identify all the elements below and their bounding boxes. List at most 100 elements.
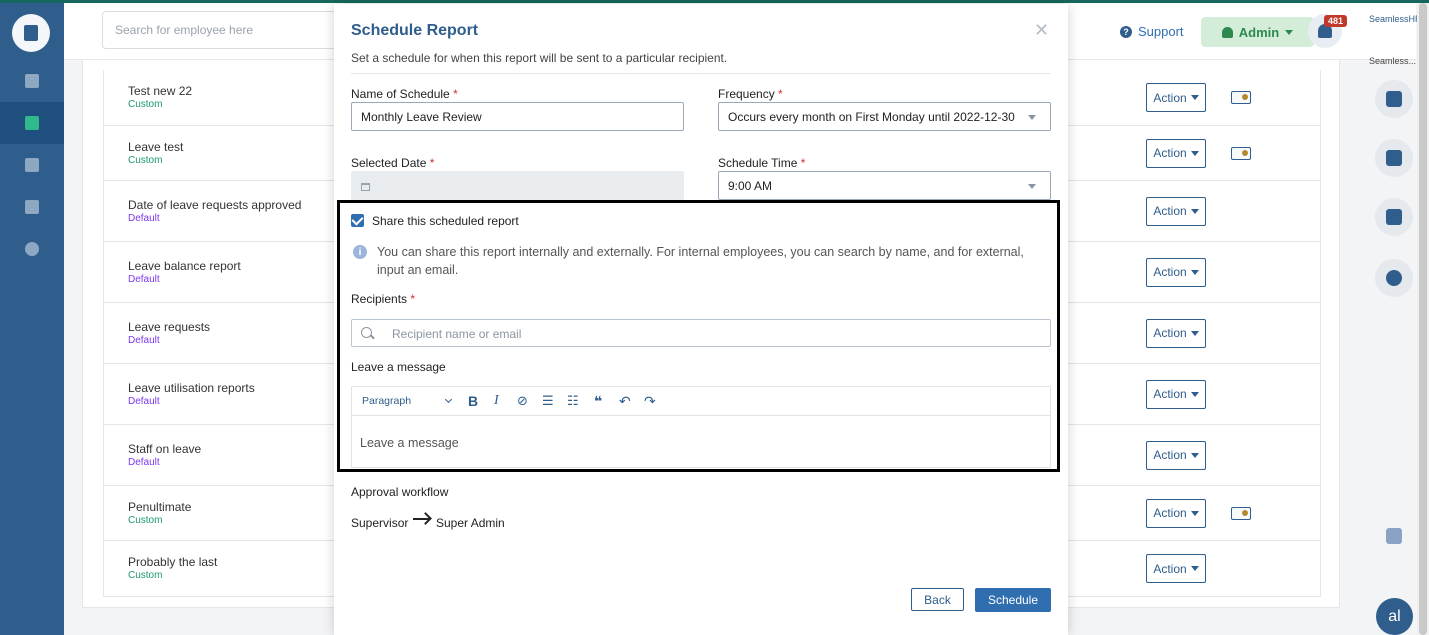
report-type-tag: Custom — [128, 154, 163, 166]
info-icon: i — [353, 245, 367, 259]
close-icon[interactable]: ✕ — [1034, 21, 1049, 39]
frequency-select[interactable]: Occurs every month on First Monday until… — [718, 102, 1051, 131]
report-type-tag: Default — [128, 456, 160, 468]
recipients-input[interactable]: Recipient name or email — [351, 319, 1051, 347]
rail-home-button[interactable] — [1375, 80, 1413, 118]
action-label: Action — [1153, 506, 1187, 520]
redo-icon[interactable]: ↷ — [644, 393, 656, 409]
action-label: Action — [1153, 265, 1187, 279]
sidebar-item-clipboard[interactable] — [0, 186, 64, 228]
frequency-value: Occurs every month on First Monday until… — [728, 110, 1015, 124]
home-icon — [1386, 91, 1402, 107]
schedule-report-modal: Schedule Report ✕ Set a schedule for whe… — [334, 4, 1068, 635]
approval-step-supervisor: Supervisor — [351, 516, 409, 530]
caret-down-icon — [1285, 29, 1294, 35]
report-type-tag: Custom — [128, 99, 163, 110]
action-label: Action — [1153, 326, 1187, 340]
caret-down-icon — [1190, 566, 1199, 571]
brand-name: SeamlessHR — [1369, 14, 1422, 24]
sidebar-item-list[interactable] — [0, 144, 64, 186]
report-name: Staff on leave — [128, 441, 202, 456]
share-report-label: Share this scheduled report — [372, 214, 519, 228]
schedule-name-input[interactable]: Monthly Leave Review — [351, 102, 684, 131]
report-name: Leave requests — [128, 319, 211, 334]
schedule-toggle-icon[interactable] — [1231, 506, 1251, 520]
widgets-icon — [1386, 528, 1402, 544]
support-label: Support — [1138, 24, 1184, 39]
list-icon — [25, 158, 39, 172]
sidebar-item-reports[interactable] — [0, 102, 64, 144]
action-dropdown-button[interactable]: Action — [1146, 379, 1206, 409]
blockquote-icon[interactable]: ❝ — [594, 393, 602, 409]
caret-down-icon — [1190, 510, 1199, 516]
schedule-button[interactable]: Schedule — [975, 588, 1051, 612]
sidebar-item-dashboard[interactable] — [0, 60, 64, 102]
rail-settings-button[interactable] — [1375, 259, 1413, 297]
action-dropdown-button[interactable]: Action — [1146, 257, 1206, 287]
notification-count-badge: 481 — [1324, 15, 1348, 27]
undo-icon[interactable]: ↶ — [619, 393, 631, 409]
action-dropdown-button[interactable]: Action — [1146, 318, 1206, 348]
sidebar-item-settings[interactable] — [0, 228, 64, 270]
selected-date-input — [351, 171, 684, 200]
arrow-right-icon — [413, 518, 429, 520]
caret-down-icon — [1190, 330, 1199, 336]
avatar[interactable]: al — [1376, 598, 1413, 635]
dashboard-icon — [25, 74, 39, 88]
caret-down-icon — [1190, 150, 1199, 156]
action-label: Action — [1153, 387, 1187, 401]
schedule-toggle-icon[interactable] — [1231, 91, 1251, 104]
scrollbar-thumb[interactable] — [1419, 3, 1427, 635]
left-sidebar — [0, 3, 64, 635]
link-icon[interactable]: ⊘ — [517, 393, 528, 409]
action-dropdown-button[interactable]: Action — [1146, 440, 1206, 470]
report-type-tag: Custom — [128, 514, 163, 526]
clipboard-icon — [25, 200, 39, 214]
caret-down-icon — [1190, 452, 1199, 458]
action-label: Action — [1153, 146, 1187, 160]
message-editor[interactable]: Paragraph B I ⊘ ☰ ☷ ❝ ↶ ↷ Leave a messag… — [351, 386, 1051, 468]
chevron-down-icon — [444, 395, 453, 404]
message-placeholder: Leave a message — [360, 436, 459, 450]
action-label: Action — [1153, 561, 1187, 576]
app-logo-button[interactable] — [12, 14, 50, 52]
schedule-toggle-icon[interactable] — [1231, 146, 1251, 160]
report-type-tag: Default — [128, 212, 160, 224]
caret-down-icon — [1028, 184, 1036, 189]
user-icon — [1221, 26, 1233, 38]
report-name: Leave balance report — [128, 258, 241, 273]
rail-cart-button[interactable] — [1375, 198, 1413, 236]
name-of-schedule-label: Name of Schedule * — [351, 87, 458, 101]
paragraph-style-select[interactable]: Paragraph — [362, 395, 411, 407]
action-dropdown-button[interactable]: Action — [1146, 554, 1206, 583]
admin-menu-button[interactable]: Admin — [1201, 17, 1314, 47]
report-name: Leave utilisation reports — [128, 380, 255, 395]
italic-icon[interactable]: I — [494, 393, 499, 409]
back-button[interactable]: Back — [911, 588, 964, 611]
report-type-tag: Default — [128, 334, 160, 346]
action-dropdown-button[interactable]: Action — [1146, 138, 1206, 168]
reports-icon — [25, 116, 39, 130]
support-link[interactable]: ? Support — [1120, 24, 1184, 39]
caret-down-icon — [1190, 208, 1199, 214]
numbered-list-icon[interactable]: ☷ — [567, 393, 579, 409]
rail-apps-button[interactable] — [1375, 139, 1413, 177]
action-dropdown-button[interactable]: Action — [1146, 498, 1206, 528]
caret-down-icon — [1028, 115, 1036, 120]
editor-toolbar: Paragraph B I ⊘ ☰ ☷ ❝ ↶ ↷ — [352, 387, 1050, 416]
caret-down-icon — [1190, 391, 1199, 397]
page-scrollbar[interactable] — [1417, 3, 1429, 635]
report-type-tag: Default — [128, 395, 160, 407]
rail-widgets-button[interactable] — [1375, 517, 1413, 555]
action-dropdown-button[interactable]: Action — [1146, 83, 1206, 112]
share-report-checkbox[interactable] — [351, 214, 364, 227]
action-dropdown-button[interactable]: Action — [1146, 196, 1206, 226]
bulleted-list-icon[interactable]: ☰ — [542, 393, 554, 409]
schedule-time-select[interactable]: 9:00 AM — [718, 171, 1051, 200]
schedule-time-label: Schedule Time * — [718, 156, 806, 170]
modal-title: Schedule Report — [351, 22, 479, 39]
bold-icon[interactable]: B — [468, 393, 478, 409]
approval-step-super-admin: Super Admin — [436, 516, 505, 530]
action-label: Action — [1153, 448, 1187, 462]
employee-search-input[interactable]: Search for employee here — [102, 11, 342, 49]
